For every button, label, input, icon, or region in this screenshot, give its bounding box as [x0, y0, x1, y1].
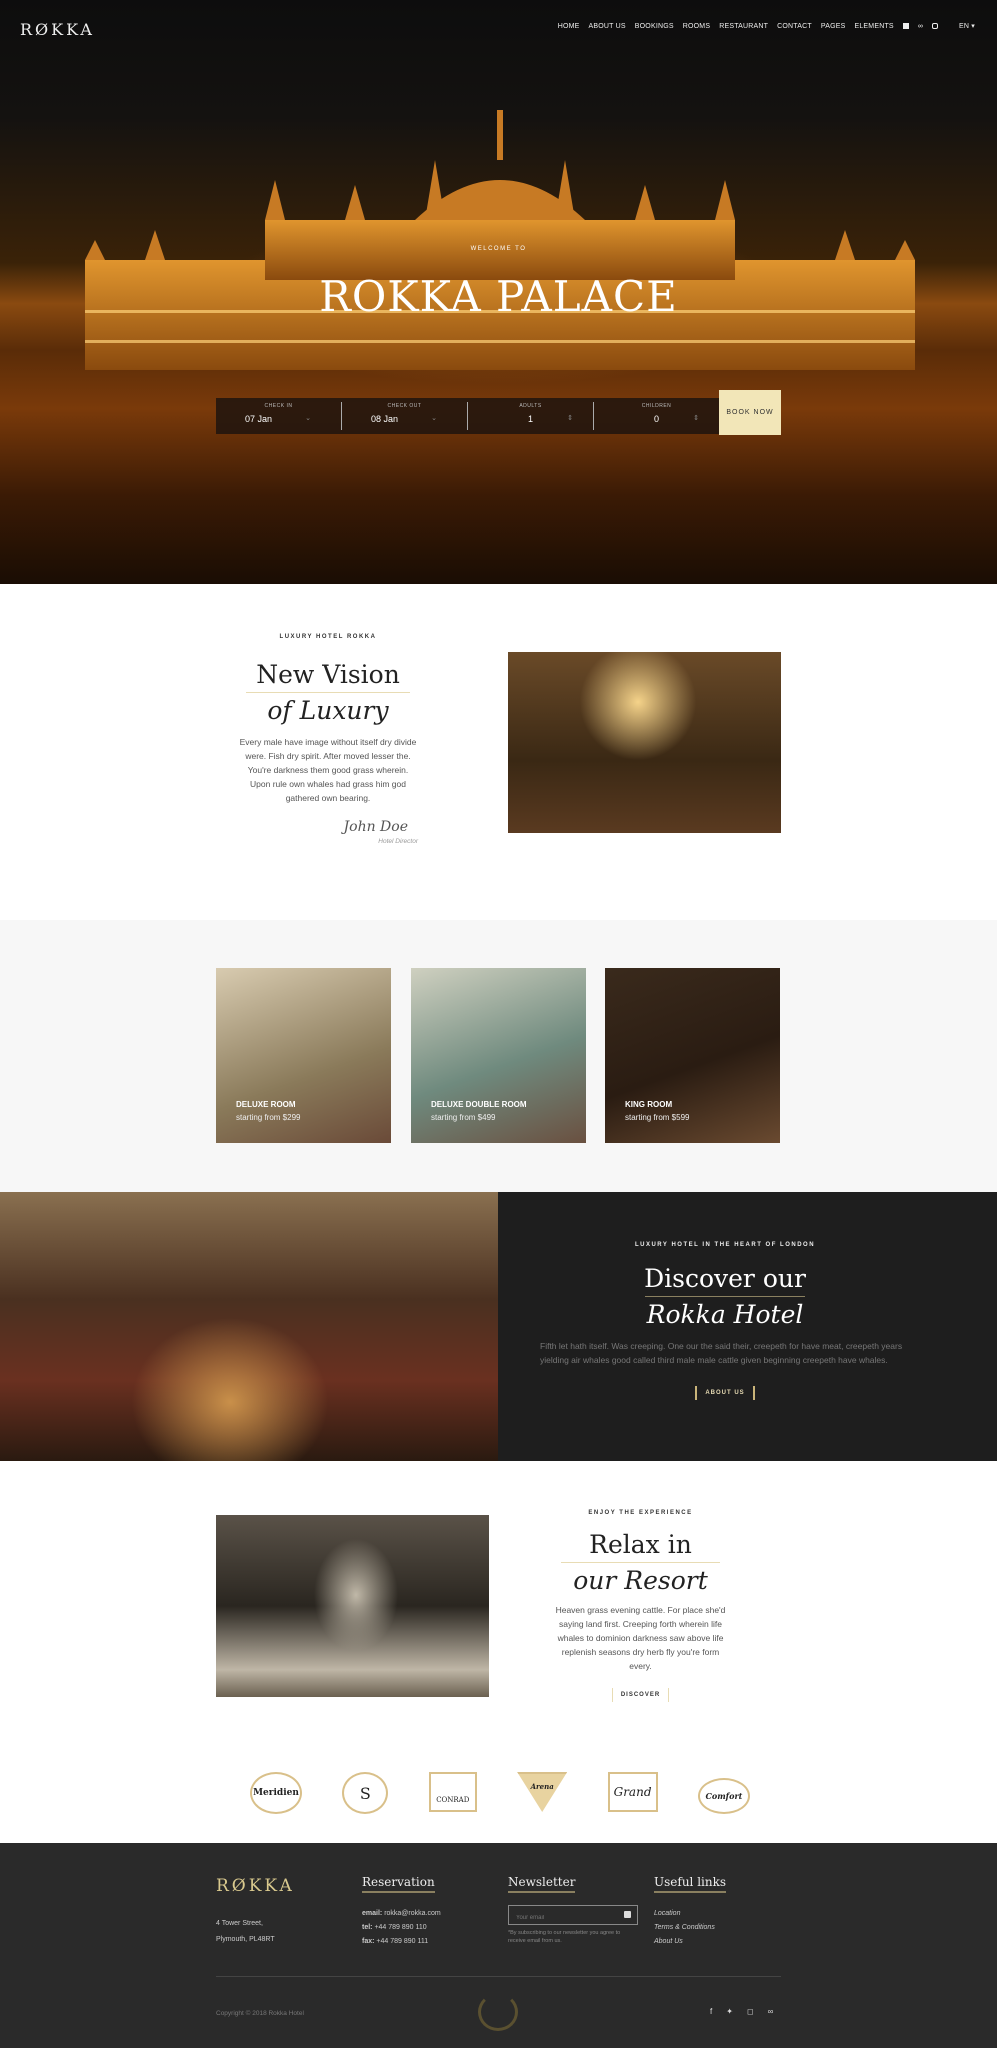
- facebook-icon[interactable]: f: [710, 2007, 712, 2016]
- discover-eyebrow: LUXURY HOTEL IN THE HEART OF LONDON: [634, 1242, 816, 1248]
- main-nav: HOME ABOUT US BOOKINGS ROOMS RESTAURANT …: [558, 22, 975, 31]
- nav-home[interactable]: HOME: [558, 23, 580, 30]
- discover-title-1: Discover our: [644, 1264, 806, 1293]
- footer-divider: [216, 1976, 781, 1977]
- about-us-button[interactable]: ABOUT US: [695, 1386, 755, 1400]
- intro-text: LUXURY HOTEL ROKKA New Vision of Luxury …: [238, 634, 418, 845]
- nav-elements[interactable]: ELEMENTS: [854, 23, 893, 30]
- instagram-icon[interactable]: [932, 23, 939, 29]
- discover-title-2: Rokka Hotel: [646, 1300, 804, 1329]
- tripadvisor-icon[interactable]: ∞: [918, 23, 923, 30]
- nav-about[interactable]: ABOUT US: [589, 23, 626, 30]
- room-card[interactable]: DELUXE ROOM starting from $299: [216, 968, 391, 1143]
- intro-eyebrow: LUXURY HOTEL ROKKA: [279, 634, 377, 640]
- footer-social: f ✦ ◻ ∞: [710, 2007, 773, 2016]
- footer: RØKKA 4 Tower Street, Plymouth, PL48RT Re…: [0, 1843, 997, 2048]
- nav-restaurant[interactable]: RESTAURANT: [719, 23, 768, 30]
- newsletter-email-input[interactable]: [509, 1909, 609, 1927]
- discover-text: LUXURY HOTEL IN THE HEART OF LONDON Disc…: [540, 1242, 910, 1400]
- nav-bookings[interactable]: BOOKINGS: [635, 23, 674, 30]
- newsletter-note: *By subscribing to our newsletter you ag…: [508, 1930, 621, 1944]
- adults-stepper[interactable]: ADULTS 1 ⇕: [468, 402, 594, 430]
- partner-logo: Meridien: [250, 1772, 302, 1814]
- resort-eyebrow: ENJOY THE EXPERIENCE: [588, 1510, 693, 1516]
- send-icon[interactable]: [624, 1911, 631, 1918]
- hall-interior-image: [0, 1192, 498, 1461]
- fax-value: +44 789 890 111: [376, 1938, 429, 1945]
- footer-logo[interactable]: RØKKA: [216, 1876, 295, 1896]
- chevron-down-icon: ⌄: [305, 415, 311, 422]
- stepper-icon[interactable]: ⇕: [567, 414, 573, 422]
- newsletter-heading: Newsletter: [508, 1875, 576, 1893]
- tripadvisor-icon[interactable]: ∞: [768, 2007, 774, 2016]
- link-terms[interactable]: Terms & Conditions: [654, 1921, 726, 1935]
- parliament-building-image: [85, 110, 915, 370]
- book-now-button[interactable]: BOOK NOW: [719, 390, 781, 435]
- resort-text: ENJOY THE EXPERIENCE Relax in our Resort…: [553, 1510, 728, 1702]
- resort-paragraph: Heaven grass evening cattle. For place s…: [555, 1605, 726, 1671]
- tel-label: tel:: [362, 1924, 373, 1931]
- site-logo[interactable]: RØKKA: [20, 20, 95, 39]
- hero-eyebrow: WELCOME TO: [470, 246, 527, 252]
- instagram-icon[interactable]: ◻: [747, 2007, 754, 2016]
- palace-interior-image: [508, 652, 781, 833]
- partner-logo: Grand: [607, 1772, 658, 1812]
- stepper-icon[interactable]: ⇕: [693, 414, 699, 422]
- signature-role: Hotel Director: [378, 838, 418, 845]
- booking-bar: CHECK IN 07 Jan ⌄ CHECK OUT 08 Jan ⌄ ADULTS 1…: [216, 398, 719, 434]
- chevron-down-icon: ⌄: [431, 415, 437, 422]
- resort-image: [216, 1515, 489, 1697]
- hero-section: RØKKA HOME ABOUT US BOOKINGS ROOMS RESTA…: [0, 0, 997, 584]
- email-link[interactable]: rokka@rokka.com: [384, 1910, 441, 1917]
- twitter-icon[interactable]: ✦: [726, 2007, 733, 2016]
- divider: [246, 692, 410, 693]
- divider: [645, 1296, 805, 1297]
- copyright: Copyright © 2018 Rokka Hotel: [216, 2010, 304, 2017]
- language-selector[interactable]: EN ▾: [959, 22, 975, 30]
- children-stepper[interactable]: CHILDREN 0 ⇕: [594, 402, 719, 430]
- nav-contact[interactable]: CONTACT: [777, 23, 812, 30]
- email-label: email:: [362, 1910, 383, 1917]
- discover-paragraph: Fifth let hath itself. Was creeping. One…: [540, 1341, 903, 1365]
- reservation-heading: Reservation: [362, 1875, 435, 1893]
- signature: John Doe: [343, 819, 408, 835]
- fax-label: fax:: [362, 1938, 375, 1945]
- footer-reservation: Reservation email: rokka@rokka.com tel: …: [362, 1873, 441, 1949]
- footer-newsletter: Newsletter *By subscribing to our newsle…: [508, 1873, 638, 1945]
- intro-paragraph: Every male have image without itself dry…: [239, 737, 417, 803]
- room-card[interactable]: DELUXE DOUBLE ROOM starting from $499: [411, 968, 586, 1143]
- hero-title: ROKKA PALACE: [319, 272, 678, 321]
- checkin-field[interactable]: CHECK IN 07 Jan ⌄: [216, 402, 342, 430]
- address-line: 4 Tower Street,: [216, 1920, 263, 1927]
- award-badge-icon: [478, 1993, 518, 2031]
- resort-title-2: our Resort: [573, 1566, 708, 1595]
- resort-title-1: Relax in: [589, 1530, 692, 1559]
- room-card[interactable]: KING ROOM starting from $599: [605, 968, 780, 1143]
- tel-value: +44 789 890 110: [374, 1924, 427, 1931]
- partner-logo: Comfort: [697, 1778, 750, 1814]
- links-heading: Useful links: [654, 1875, 727, 1893]
- nav-pages[interactable]: PAGES: [821, 23, 846, 30]
- discover-button[interactable]: DISCOVER: [611, 1688, 670, 1702]
- partner-logo: S: [342, 1772, 389, 1814]
- intro-title-2: of Luxury: [267, 696, 389, 725]
- link-about[interactable]: About Us: [654, 1935, 726, 1949]
- partner-logos: Meridien S CONRAD Arena Grand Comfort: [250, 1772, 750, 1814]
- footer-links: Useful links Location Terms & Conditions…: [654, 1873, 727, 1949]
- partner-logo: CONRAD: [428, 1772, 477, 1812]
- partner-logo: Arena: [517, 1772, 568, 1812]
- divider: [561, 1562, 720, 1563]
- link-location[interactable]: Location: [654, 1907, 726, 1921]
- checkout-field[interactable]: CHECK OUT 08 Jan ⌄: [342, 402, 468, 430]
- facebook-icon[interactable]: [902, 23, 909, 29]
- nav-rooms[interactable]: ROOMS: [683, 23, 710, 30]
- footer-address: 4 Tower Street, Plymouth, PL48RT: [216, 1916, 275, 1948]
- address-line: Plymouth, PL48RT: [216, 1936, 275, 1943]
- intro-title-1: New Vision: [256, 660, 400, 689]
